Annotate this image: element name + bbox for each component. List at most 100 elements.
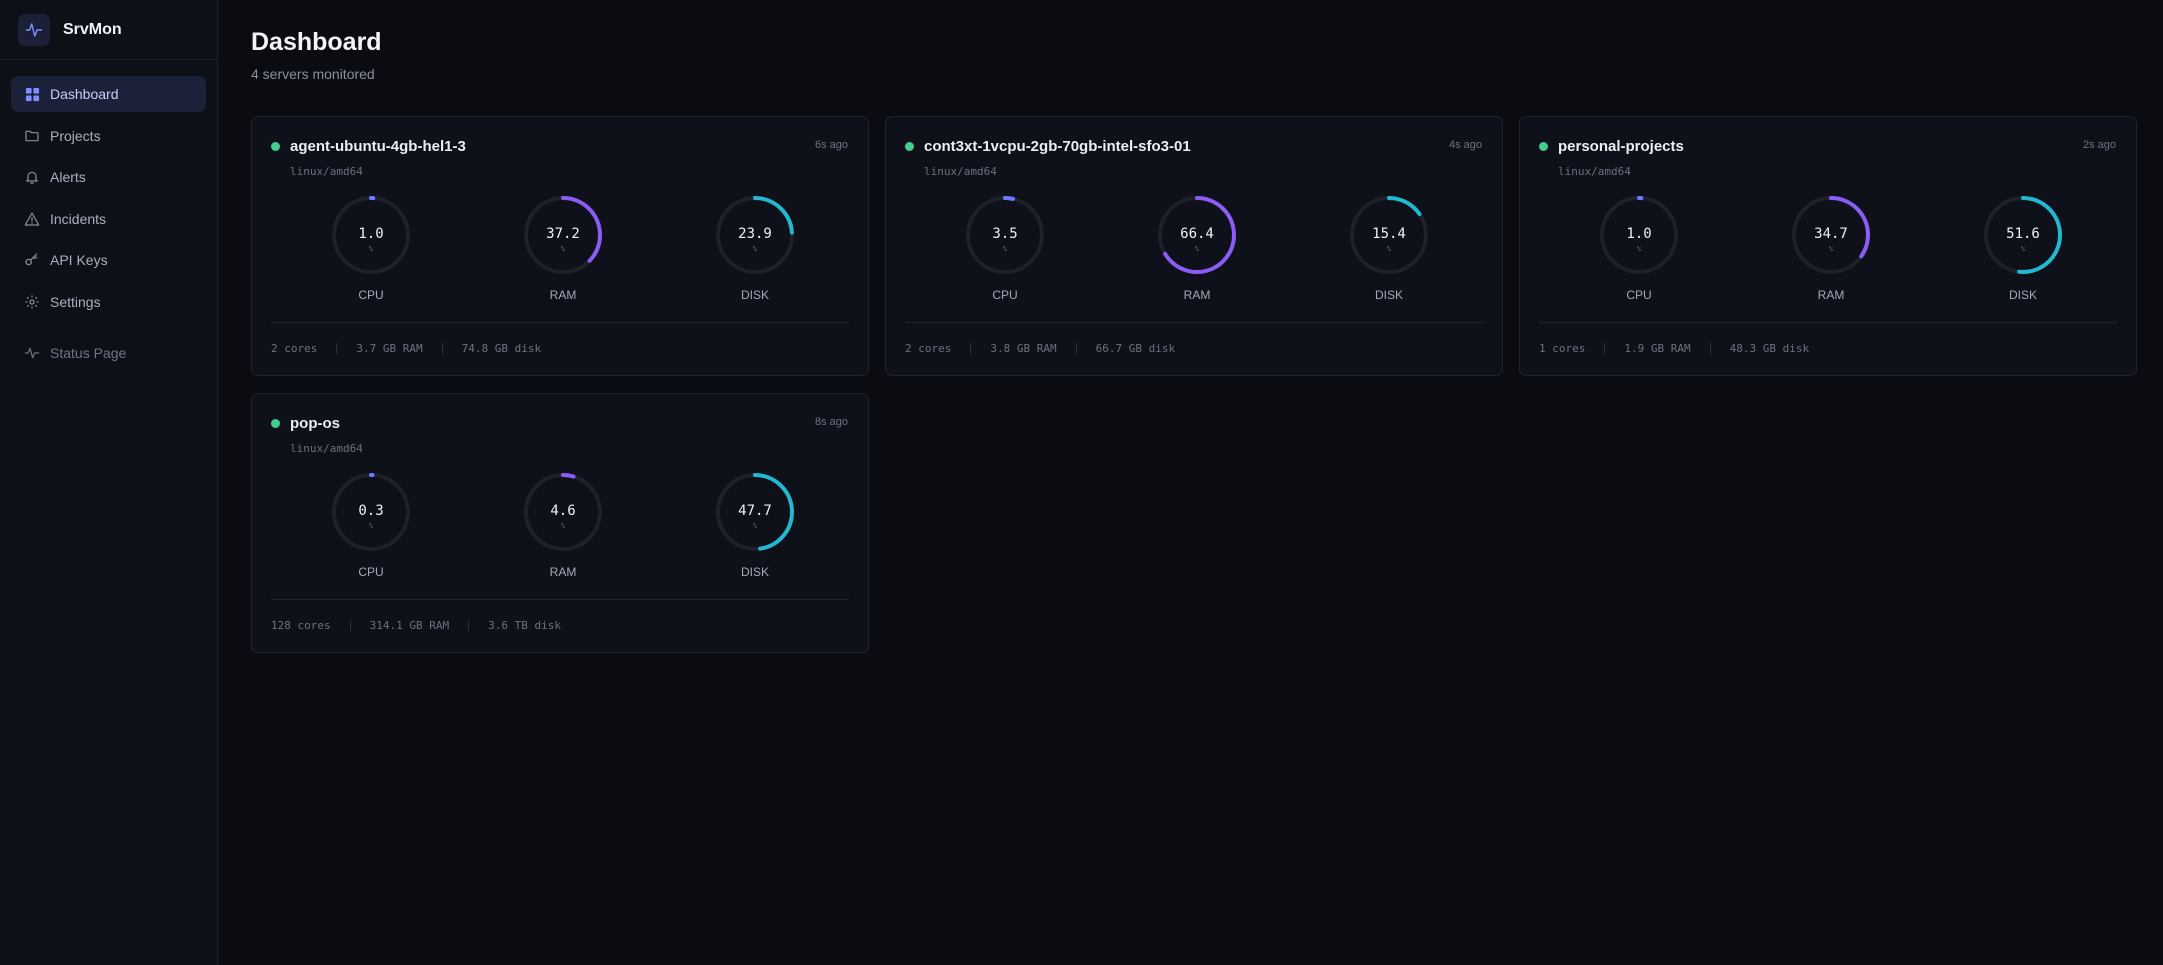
disk-gauge: 23.9% DISK	[710, 195, 800, 305]
disk-unit: %	[1386, 245, 1392, 253]
sidebar-item-label: Dashboard	[50, 86, 119, 102]
server-arch: linux/amd64	[1558, 165, 1631, 178]
online-status-dot	[905, 142, 914, 151]
disk-value: 23.9	[738, 226, 772, 242]
gear-icon	[24, 294, 40, 310]
server-cores: 2 cores	[905, 342, 952, 355]
cpu-value: 1.0	[1626, 226, 1652, 242]
sidebar-item-label: Alerts	[50, 169, 86, 185]
page-subtitle: 4 servers monitored	[251, 66, 375, 82]
server-specs: 1 cores 1.9 GB RAM 48.3 GB disk	[1539, 342, 1809, 355]
disk-label: DISK	[1374, 288, 1403, 302]
disk-label: DISK	[2008, 288, 2037, 302]
disk-label: DISK	[740, 565, 769, 579]
sidebar-item-label: Settings	[50, 293, 101, 310]
ram-gauge: 34.7% RAM	[1786, 195, 1876, 305]
ram-label: RAM	[549, 288, 577, 302]
cpu-unit: %	[368, 245, 374, 253]
sidebar-item-status-page[interactable]: Status Page	[11, 335, 206, 371]
cpu-label: CPU	[1626, 288, 1652, 302]
server-disk: 3.6 TB disk	[488, 619, 561, 632]
server-card[interactable]: agent-ubuntu-4gb-hel1-3 6s ago linux/amd…	[251, 116, 869, 376]
cpu-unit: %	[1002, 245, 1008, 253]
page-title: Dashboard	[251, 28, 382, 56]
online-status-dot	[1539, 142, 1548, 151]
server-disk: 66.7 GB disk	[1095, 342, 1176, 355]
cpu-value: 1.0	[358, 226, 384, 242]
cpu-value: 3.5	[992, 226, 1018, 242]
cpu-gauge: 0.3% CPU	[326, 472, 416, 582]
sidebar-item-dashboard[interactable]: Dashboard	[11, 76, 206, 112]
sidebar-item-api-keys[interactable]: API Keys	[11, 242, 206, 278]
disk-unit: %	[2020, 245, 2026, 253]
cpu-label: CPU	[358, 565, 384, 579]
online-status-dot	[271, 419, 280, 428]
app-name: SrvMon	[63, 20, 122, 38]
brand[interactable]: SrvMon	[0, 0, 217, 60]
server-cores: 128 cores	[271, 619, 331, 632]
last-seen: 4s ago	[1448, 139, 1482, 151]
server-specs: 128 cores 314.1 GB RAM 3.6 TB disk	[271, 619, 561, 632]
ram-value: 37.2	[546, 226, 580, 242]
server-ram: 3.7 GB RAM	[356, 342, 423, 355]
server-ram: 3.8 GB RAM	[990, 342, 1057, 355]
disk-gauge: 47.7% DISK	[710, 472, 800, 582]
cpu-unit: %	[1636, 245, 1642, 253]
server-name: personal-projects	[1558, 138, 1684, 155]
server-name: cont3xt-1vcpu-2gb-70gb-intel-sfo3-01	[924, 138, 1191, 155]
disk-label: DISK	[740, 288, 769, 302]
server-card[interactable]: personal-projects 2s ago linux/amd64 1.0…	[1519, 116, 2137, 376]
bell-icon	[24, 169, 40, 185]
sidebar-item-settings[interactable]: Settings	[11, 284, 206, 320]
disk-value: 47.7	[738, 503, 772, 519]
server-name: pop-os	[290, 415, 340, 432]
sidebar-item-label: Projects	[50, 127, 101, 144]
server-disk: 74.8 GB disk	[461, 342, 542, 355]
server-ram: 314.1 GB RAM	[369, 619, 450, 632]
online-status-dot	[271, 142, 280, 151]
sidebar-item-incidents[interactable]: Incidents	[11, 201, 206, 237]
sidebar-nav: Dashboard Projects Alerts Incidents API …	[0, 60, 217, 371]
ram-value: 34.7	[1814, 226, 1848, 242]
ram-unit: %	[1194, 245, 1200, 253]
disk-unit: %	[752, 245, 758, 253]
server-arch: linux/amd64	[924, 165, 997, 178]
dashboard-icon	[24, 86, 40, 102]
ram-label: RAM	[1817, 288, 1845, 302]
sidebar: SrvMon Dashboard Projects Alerts Inciden…	[0, 0, 218, 965]
server-cores: 2 cores	[271, 342, 318, 355]
server-specs: 2 cores 3.8 GB RAM 66.7 GB disk	[905, 342, 1175, 355]
cpu-gauge: 3.5% CPU	[960, 195, 1050, 305]
disk-unit: %	[752, 522, 758, 530]
sidebar-item-alerts[interactable]: Alerts	[11, 159, 206, 195]
ram-gauge: 4.6% RAM	[518, 472, 608, 582]
ram-label: RAM	[1183, 288, 1211, 302]
cpu-gauge: 1.0% CPU	[326, 195, 416, 305]
cpu-label: CPU	[358, 288, 384, 302]
disk-gauge: 51.6% DISK	[1978, 195, 2068, 305]
last-seen: 2s ago	[2082, 139, 2116, 151]
sidebar-item-label: API Keys	[50, 252, 108, 268]
cpu-label: CPU	[992, 288, 1018, 302]
disk-value: 15.4	[1372, 226, 1406, 242]
last-seen: 6s ago	[814, 139, 848, 151]
cpu-value: 0.3	[358, 503, 384, 519]
folder-icon	[24, 128, 40, 144]
cpu-gauge: 1.0% CPU	[1594, 195, 1684, 305]
sidebar-item-projects[interactable]: Projects	[11, 118, 206, 154]
disk-value: 51.6	[2006, 226, 2040, 242]
server-specs: 2 cores 3.7 GB RAM 74.8 GB disk	[271, 342, 541, 355]
ram-unit: %	[560, 245, 566, 253]
warning-icon	[24, 211, 40, 227]
cpu-unit: %	[368, 522, 374, 530]
ram-value: 66.4	[1180, 226, 1214, 242]
server-card[interactable]: cont3xt-1vcpu-2gb-70gb-intel-sfo3-01 4s …	[885, 116, 1503, 376]
ram-value: 4.6	[550, 503, 576, 519]
last-seen: 8s ago	[814, 416, 848, 428]
server-card[interactable]: pop-os 8s ago linux/amd64 0.3% CPU 4.6% RA…	[251, 393, 869, 653]
ram-unit: %	[1828, 245, 1834, 253]
ram-unit: %	[560, 522, 566, 530]
server-disk: 48.3 GB disk	[1729, 342, 1810, 355]
server-cores: 1 cores	[1539, 342, 1586, 355]
activity-icon	[24, 345, 40, 361]
